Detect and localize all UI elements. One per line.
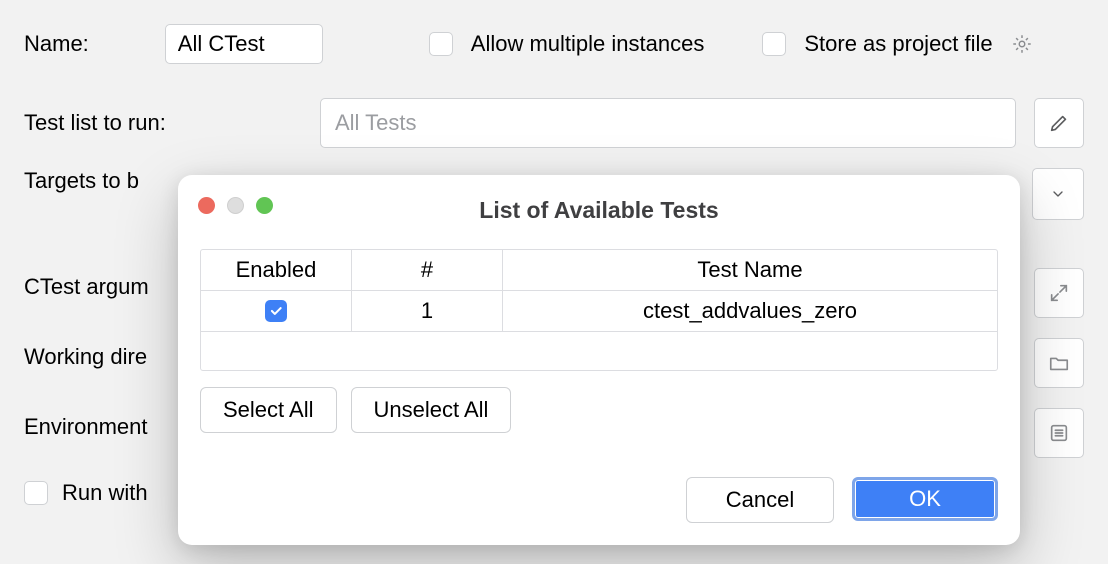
run-with-label: Run with — [62, 480, 148, 506]
environment-vars-button[interactable] — [1034, 408, 1084, 458]
allow-multiple-instances-label: Allow multiple instances — [471, 31, 705, 57]
ctest-arguments-label: CTest argum — [24, 274, 149, 300]
name-input[interactable] — [165, 24, 323, 64]
store-as-project-file-label: Store as project file — [804, 31, 992, 57]
column-header-index[interactable]: # — [352, 250, 503, 290]
row-test-name: ctest_addvalues_zero — [503, 291, 997, 331]
name-label: Name: — [24, 31, 89, 57]
ok-button[interactable]: OK — [852, 477, 998, 521]
run-with-checkbox[interactable] — [24, 481, 48, 505]
expand-ctest-arguments-button[interactable] — [1034, 268, 1084, 318]
targets-dropdown-toggle[interactable] — [1032, 168, 1084, 220]
environment-label: Environment — [24, 414, 148, 440]
test-list-label: Test list to run: — [24, 110, 302, 136]
gear-icon[interactable] — [1011, 33, 1033, 55]
column-header-name[interactable]: Test Name — [503, 250, 997, 290]
browse-working-directory-button[interactable] — [1034, 338, 1084, 388]
table-row[interactable]: 1 ctest_addvalues_zero — [201, 291, 997, 332]
test-list-input[interactable] — [320, 98, 1016, 148]
edit-test-list-button[interactable] — [1034, 98, 1084, 148]
select-all-button[interactable]: Select All — [200, 387, 337, 433]
dialog-title: List of Available Tests — [178, 197, 1020, 224]
store-as-project-file-checkbox[interactable] — [762, 32, 786, 56]
row-enabled-checkbox[interactable] — [265, 300, 287, 322]
row-index: 1 — [352, 291, 503, 331]
working-directory-label: Working dire — [24, 344, 147, 370]
table-header-row: Enabled # Test Name — [201, 250, 997, 291]
cancel-button[interactable]: Cancel — [686, 477, 834, 523]
available-tests-dialog: List of Available Tests Enabled # Test N… — [178, 175, 1020, 545]
allow-multiple-instances-checkbox[interactable] — [429, 32, 453, 56]
tests-table: Enabled # Test Name 1 ctest_addvalues_ze… — [200, 249, 998, 371]
unselect-all-button[interactable]: Unselect All — [351, 387, 512, 433]
column-header-enabled[interactable]: Enabled — [201, 250, 352, 290]
targets-label: Targets to b — [24, 168, 139, 194]
